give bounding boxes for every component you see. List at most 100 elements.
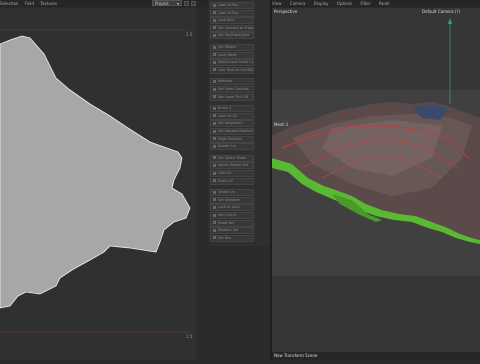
- tool-item-label: Set Layer Pull Off: [218, 94, 249, 99]
- tool-item[interactable]: Set Layer Pull Off: [210, 93, 254, 101]
- project-dropdown[interactable]: Project ▾: [152, 0, 182, 6]
- panel-close-button[interactable]: [191, 1, 196, 6]
- camera-label: Default Camera (?): [422, 9, 461, 14]
- status-text: New Transform Scene: [274, 353, 318, 358]
- tool-item[interactable]: Dead Set: [210, 219, 254, 227]
- tool-item[interactable]: Link Lin: [210, 170, 254, 177]
- tool-item-label: Set Sinkable: [218, 197, 240, 202]
- tool-item[interactable]: Set Box: [210, 234, 254, 242]
- menu-view[interactable]: View: [272, 1, 282, 6]
- tool-item-label: Lock Ball: [218, 18, 234, 23]
- tool-icon: [213, 33, 216, 37]
- tool-item[interactable]: Set Sinkable: [210, 196, 254, 204]
- tool-icon: [213, 121, 216, 125]
- tool-item[interactable]: Set Mobile: [210, 44, 254, 51]
- menu-display[interactable]: Display: [314, 1, 329, 6]
- toolbox-panel: Look At Pos Look At Ray Lock Ball Set Camer…: [208, 0, 270, 246]
- chevron-down-icon: ▾: [176, 1, 179, 6]
- menu-options[interactable]: Options: [337, 1, 352, 6]
- tool-item-label: Set Neighbors: [218, 121, 243, 126]
- menu-panel[interactable]: Panel: [379, 1, 390, 6]
- tool-item-label: Edge Pointers: [218, 136, 243, 141]
- tool-item[interactable]: Set Top/Front/Side: [210, 32, 254, 40]
- tool-icon: [213, 213, 216, 217]
- tool-item[interactable]: Line Texture Set Blending: [210, 66, 254, 74]
- tool-item[interactable]: Set Select Mode: [210, 154, 254, 162]
- tool-icon: [213, 190, 216, 194]
- tool-icon: [213, 114, 216, 118]
- tool-item-label: Single Lin: [218, 190, 236, 195]
- tool-item[interactable]: Brush 1: [210, 105, 254, 113]
- tool-item-label: Set Top/Front/Side: [218, 33, 250, 38]
- tool-icon: [213, 60, 216, 64]
- tool-icon: [213, 236, 216, 240]
- tool-icon: [213, 205, 216, 209]
- tool-item-label: Set Select Mode: [218, 155, 247, 160]
- tool-item[interactable]: Lock at Lock: [210, 204, 254, 212]
- tool-icon: [213, 163, 216, 167]
- tool-icon: [213, 95, 216, 99]
- map-viewport[interactable]: 1.5 1.5: [0, 8, 196, 360]
- tool-item[interactable]: Look At 1D: [210, 112, 254, 120]
- tool-item-label: Set View Controls: [218, 87, 249, 91]
- tool-item[interactable]: Position Set: [210, 227, 254, 235]
- tool-item-label: Dead Set: [218, 220, 235, 225]
- tool-icon: [213, 221, 216, 225]
- menu-field[interactable]: Field: [25, 1, 34, 6]
- menu-textures[interactable]: Textures: [40, 1, 57, 6]
- menu-camera[interactable]: Camera: [290, 1, 306, 6]
- tool-icon: [213, 137, 216, 141]
- menu-filter[interactable]: Filter: [361, 1, 371, 6]
- right-menubar: View Camera Display Options Filter Panel: [272, 0, 480, 7]
- tool-item[interactable]: Set View Controls: [210, 86, 254, 93]
- tool-item[interactable]: Material: [210, 78, 254, 86]
- panel-option-button[interactable]: [184, 1, 189, 6]
- tool-item-label: Spawn Lin: [218, 144, 236, 149]
- tool-icon: [213, 18, 216, 22]
- tool-item[interactable]: Set Masked Position: [210, 128, 254, 135]
- tool-icon: [213, 53, 216, 57]
- tool-item-label: Look At Ray: [218, 10, 239, 15]
- tool-item-label: Set Lin/Lin: [218, 213, 237, 217]
- tool-item[interactable]: Set Camera to Projection: [210, 24, 254, 32]
- 3d-viewport[interactable]: Perspective Default Camera (?) Mesh 1: [272, 8, 480, 352]
- tool-icon: [213, 129, 216, 133]
- tool-item[interactable]: Scale All: [210, 177, 254, 185]
- tool-item[interactable]: Lock Ball: [210, 17, 254, 25]
- tool-item-label: Set Box: [218, 235, 232, 240]
- tool-item[interactable]: Select Sweep Set: [210, 162, 254, 170]
- tool-item[interactable]: Look At Ray: [210, 9, 254, 17]
- tool-item[interactable]: Sketch and Scroll Clamping: [210, 59, 254, 67]
- tool-item-label: Link Lin: [218, 171, 232, 175]
- tool-item[interactable]: Single Lin: [210, 189, 254, 197]
- tool-item[interactable]: Lock Mode: [210, 51, 254, 59]
- tool-icon: [213, 228, 216, 232]
- tool-item-label: Set Camera to Projection: [218, 25, 254, 30]
- tool-item-label: Scale All: [218, 178, 233, 183]
- tool-item[interactable]: Look At Pos: [210, 2, 254, 9]
- tool-item[interactable]: Set Lin/Lin: [210, 212, 254, 219]
- tool-item-label: Lock Mode: [218, 52, 237, 57]
- tool-icon: [213, 11, 216, 15]
- tool-item-label: Look At Pos: [218, 3, 239, 7]
- tool-icon: [213, 198, 216, 202]
- map-canvas: 1.5 1.5: [0, 8, 196, 360]
- axis-top-label: 1.5: [186, 32, 193, 37]
- tool-icon: [213, 79, 216, 83]
- 3d-scene: Perspective Default Camera (?) Mesh 1: [272, 8, 480, 352]
- tool-item-label: Set Masked Position: [218, 129, 253, 133]
- tool-item-label: Sketch and Scroll Clamping: [218, 60, 253, 65]
- tool-icon: [213, 156, 216, 160]
- tool-icon: [213, 171, 216, 175]
- tool-icon: [213, 179, 216, 183]
- tool-item-label: Lock at Lock: [218, 205, 240, 210]
- axis-bottom-label: 1.5: [186, 334, 193, 339]
- tool-icon: [213, 144, 216, 148]
- tool-item[interactable]: Edge Pointers: [210, 135, 254, 143]
- tool-icon: [213, 87, 216, 91]
- menu-selection[interactable]: Selection: [0, 1, 18, 6]
- tool-item[interactable]: Set Neighbors: [210, 120, 254, 128]
- tool-item[interactable]: Spawn Lin: [210, 143, 254, 151]
- tool-item-label: Material: [218, 79, 233, 84]
- tool-icon: [213, 68, 216, 72]
